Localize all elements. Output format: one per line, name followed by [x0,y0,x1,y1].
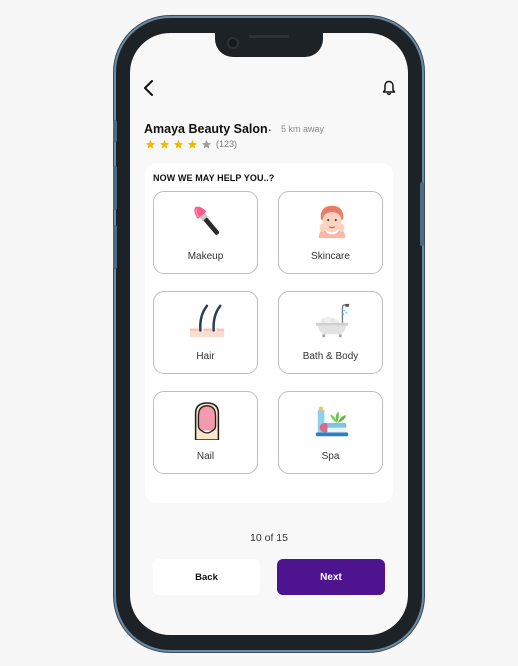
service-tile-skincare[interactable]: Skincare [278,191,383,274]
service-label-makeup: Makeup [187,251,224,262]
service-tile-bath-body[interactable]: Bath & Body [278,291,383,374]
bathtub-icon [315,303,350,338]
chevron-left-icon [144,80,153,96]
top-bar [130,73,408,103]
rating-count: (123) [216,139,238,149]
star-filled-icon [187,139,198,149]
bell-icon [382,80,396,96]
star-empty-icon [201,139,212,149]
phone-volume-down [113,225,117,269]
face-skincare-icon [318,205,346,239]
star-filled-icon [145,139,156,149]
section-title: NOW WE MAY HELP YOU..? [153,173,275,183]
camera-icon [227,37,239,49]
service-tile-makeup[interactable]: Makeup [153,191,258,274]
service-label-nail: Nail [196,451,215,462]
back-arrow-button[interactable] [138,77,160,99]
next-button[interactable]: Next [277,559,385,595]
notch [215,33,323,57]
app-screen: Amaya Beauty Salon . 5 km away (123) NOW… [130,33,408,635]
service-label-spa: Spa [321,451,340,462]
back-button[interactable]: Back [153,559,260,595]
service-label-bath-body: Bath & Body [302,351,359,362]
speaker-grille [249,35,289,38]
spa-products-icon [315,406,349,437]
hair-strands-icon [189,304,225,338]
salon-rating: (123) [145,137,237,151]
rating-stars [145,139,215,150]
star-filled-icon [159,139,170,149]
phone-mute-switch [113,120,117,142]
notification-button[interactable] [378,77,400,99]
service-tile-nail[interactable]: Nail [153,391,258,474]
phone-power-button [420,182,424,246]
service-label-hair: Hair [196,351,215,362]
makeup-brush-icon [194,206,220,235]
salon-separator: . [268,119,272,134]
salon-distance: 5 km away [281,124,325,134]
nail-icon [194,402,220,440]
service-tile-hair[interactable]: Hair [153,291,258,374]
service-tile-spa[interactable]: Spa [278,391,383,474]
services-card: NOW WE MAY HELP YOU..? Makeup Skincare H… [145,163,393,503]
service-label-skincare: Skincare [311,251,350,262]
salon-name: Amaya Beauty Salon [144,122,268,136]
page-indicator: 10 of 15 [250,532,288,544]
star-filled-icon [173,139,184,149]
phone-volume-up [113,166,117,210]
